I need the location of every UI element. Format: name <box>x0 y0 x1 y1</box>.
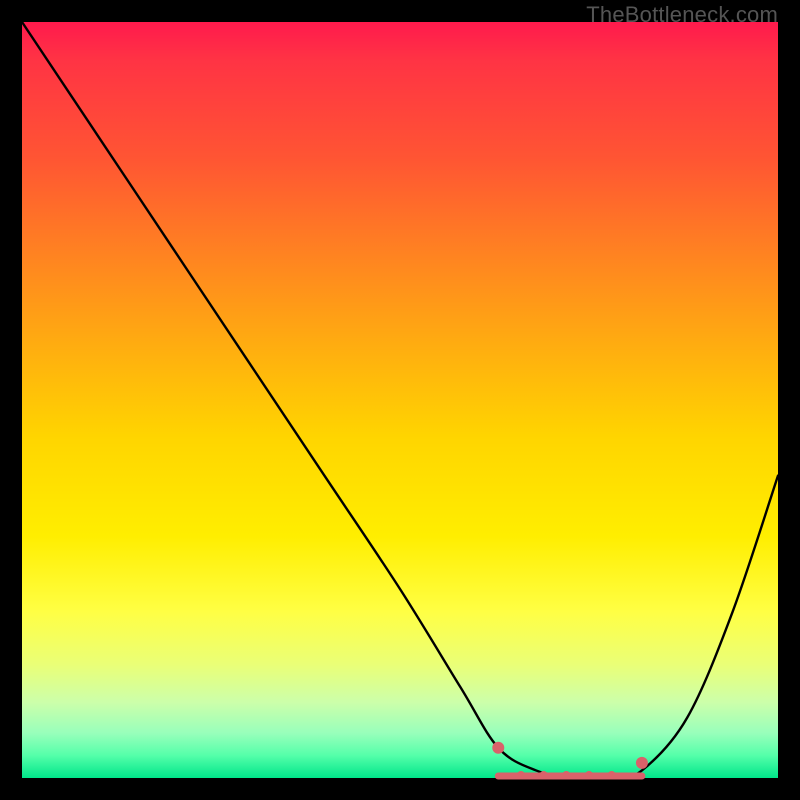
optimal-zone-dot <box>608 771 616 779</box>
optimal-zone-dot <box>585 771 593 779</box>
optimal-zone-dot <box>540 771 548 779</box>
optimal-zone-endpoint <box>636 757 648 769</box>
bottleneck-curve-line <box>22 22 778 779</box>
optimal-zone-dot <box>562 771 570 779</box>
chart-svg <box>22 22 778 778</box>
optimal-zone-dot <box>517 771 525 779</box>
optimal-zone-endpoint <box>492 742 504 754</box>
